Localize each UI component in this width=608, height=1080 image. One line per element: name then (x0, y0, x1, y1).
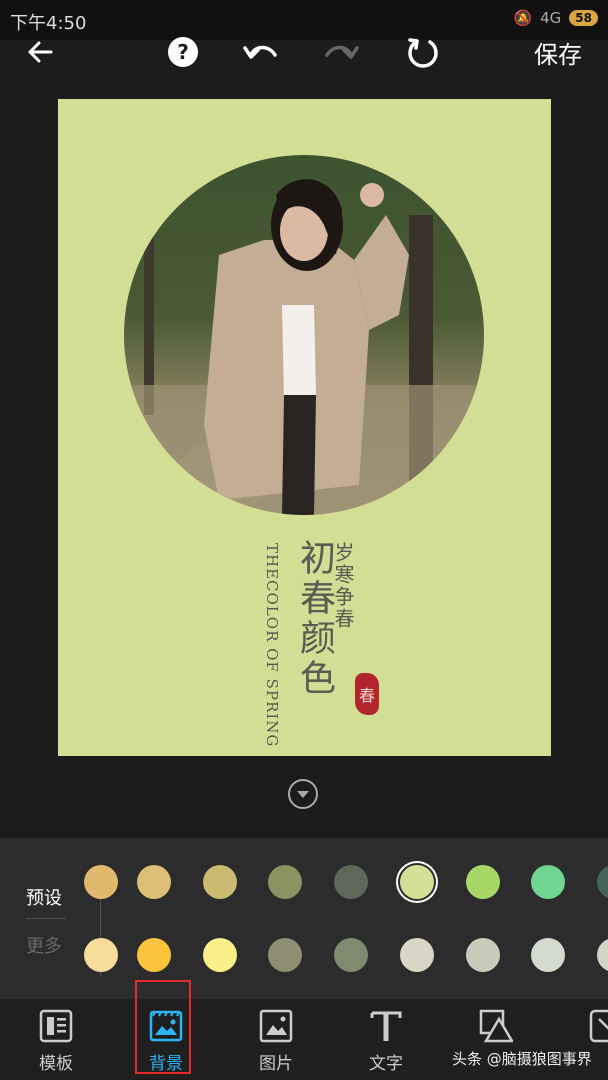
network-label: 4G (540, 9, 562, 27)
template-icon (39, 1009, 73, 1043)
color-swatch[interactable] (203, 865, 237, 899)
color-swatch[interactable] (597, 865, 608, 899)
image-icon (259, 1009, 293, 1043)
poster-subtitle: 岁寒争春 (331, 542, 355, 630)
shape-icon (479, 1009, 513, 1043)
color-panel: 预设 更多 (0, 838, 608, 999)
undo-button[interactable] (240, 30, 282, 74)
color-swatch[interactable] (84, 865, 118, 899)
color-swatch[interactable] (203, 938, 237, 972)
save-button[interactable]: 保存 (534, 30, 582, 74)
nav-image[interactable]: 图片 (226, 999, 326, 1080)
color-swatch[interactable] (400, 938, 434, 972)
watermark: 头条 @脑摄狼图事界 (452, 1050, 592, 1068)
redo-icon (325, 45, 359, 59)
chevron-down-icon (297, 791, 309, 798)
battery-indicator: 58 (569, 10, 598, 26)
color-swatch[interactable] (84, 938, 118, 972)
tab-more[interactable]: 更多 (26, 932, 62, 958)
svg-text:?: ? (177, 40, 189, 64)
nav-text[interactable]: 文字 (336, 999, 436, 1080)
mute-icon: 🔕 (513, 9, 533, 27)
nav-text-label: 文字 (369, 1054, 403, 1074)
redo-button[interactable] (320, 30, 362, 74)
color-swatch[interactable] (466, 865, 500, 899)
back-arrow-icon (28, 41, 53, 63)
nav-template[interactable]: 模板 (6, 999, 106, 1080)
color-swatch[interactable] (466, 938, 500, 972)
color-swatch[interactable] (268, 865, 302, 899)
undo-icon (243, 45, 277, 59)
poster-english-text: THECOLOR OF SPRING (263, 543, 281, 748)
selected-tab-highlight (135, 980, 191, 1074)
sticker-icon (589, 1009, 608, 1043)
nav-template-label: 模板 (39, 1054, 73, 1074)
color-swatch[interactable] (334, 865, 368, 899)
text-icon (370, 1011, 402, 1041)
tab-preset[interactable]: 预设 (26, 884, 62, 910)
help-icon: ? (168, 37, 198, 67)
reset-icon (408, 38, 438, 68)
color-swatch[interactable] (597, 938, 608, 972)
portrait-photo[interactable] (124, 155, 484, 515)
color-swatch[interactable] (137, 865, 171, 899)
nav-image-label: 图片 (259, 1054, 293, 1074)
back-button[interactable] (22, 30, 58, 74)
help-button[interactable]: ? (166, 30, 200, 74)
color-swatch[interactable] (400, 865, 434, 899)
top-toolbar: ? 保存 (0, 28, 608, 74)
collapse-panel-button[interactable] (288, 779, 318, 809)
color-swatch[interactable] (531, 938, 565, 972)
color-swatch[interactable] (137, 938, 171, 972)
poster-canvas[interactable]: THECOLOR OF SPRING 初春颜色 岁寒争春 春 (58, 99, 551, 756)
reset-button[interactable] (404, 30, 442, 74)
color-swatch[interactable] (268, 938, 302, 972)
color-swatch[interactable] (531, 865, 565, 899)
portrait-image (124, 155, 484, 515)
poster-seal: 春 (355, 673, 379, 715)
color-swatch[interactable] (334, 938, 368, 972)
